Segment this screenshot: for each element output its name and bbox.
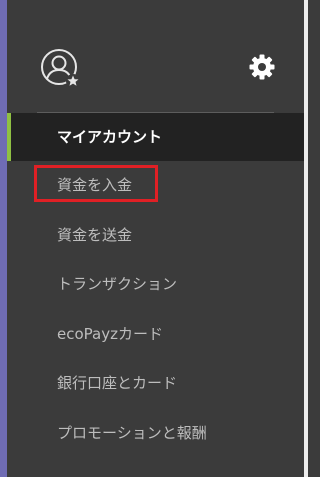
sidebar-menu: マイアカウント 資金を入金 資金を送金 トランザクション ecoPayzカード … <box>7 113 304 458</box>
sidebar-item-label: 銀行口座とカード <box>57 374 178 392</box>
sidebar-item-ecopayz-card[interactable]: ecoPayzカード <box>7 310 304 360</box>
sidebar-item-send-money[interactable]: 資金を送金 <box>7 211 304 261</box>
sidebar-item-label: 資金を送金 <box>57 225 133 244</box>
sidebar-item-label: ecoPayzカード <box>57 324 163 343</box>
sidebar-item-my-account[interactable]: マイアカウント <box>7 113 304 161</box>
sidebar-item-promotions-rewards[interactable]: プロモーションと報酬 <box>7 409 304 459</box>
left-accent-strip <box>0 0 7 477</box>
sidebar-item-label: トランザクション <box>57 275 178 293</box>
sidebar-item-deposit[interactable]: 資金を入金 <box>7 161 304 211</box>
right-edge <box>304 0 308 477</box>
account-sidebar: マイアカウント 資金を入金 資金を送金 トランザクション ecoPayzカード … <box>0 0 308 477</box>
sidebar-item-label: プロモーションと報酬 <box>57 423 207 442</box>
sidebar-item-bank-accounts-cards[interactable]: 銀行口座とカード <box>7 359 304 409</box>
sidebar-header <box>7 0 304 112</box>
sidebar-item-label: 資金を入金 <box>57 176 133 194</box>
sidebar-item-transactions[interactable]: トランザクション <box>7 260 304 310</box>
sidebar-item-label: マイアカウント <box>57 128 163 146</box>
gear-icon[interactable] <box>248 53 276 81</box>
user-star-icon[interactable] <box>40 48 82 90</box>
